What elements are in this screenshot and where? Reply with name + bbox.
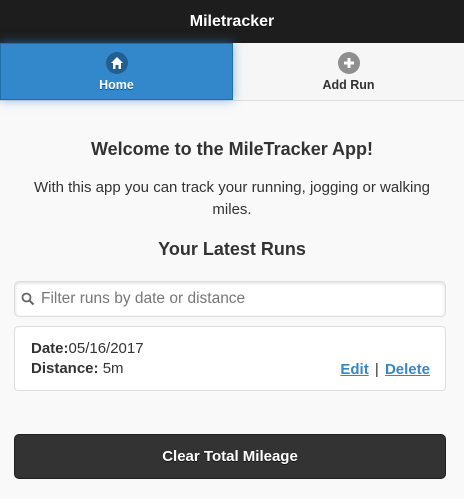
plus-circle-icon (337, 51, 360, 74)
clear-total-mileage-button[interactable]: Clear Total Mileage (14, 434, 446, 479)
run-actions: Edit | Delete (340, 360, 430, 380)
filter-runs-input[interactable] (41, 290, 445, 308)
run-date-value: 05/16/2017 (68, 340, 144, 357)
run-date-row: Date:05/16/2017 (31, 339, 429, 359)
app-description: With this app you can track your running… (33, 179, 431, 218)
run-distance-label: Distance: (31, 360, 99, 377)
app-title: Miletracker (189, 12, 275, 30)
edit-run-link[interactable]: Edit (340, 361, 368, 378)
app-header: Miletracker (0, 0, 464, 43)
search-icon (15, 281, 41, 317)
clear-button-label: Clear Total Mileage (162, 448, 298, 465)
action-separator: | (374, 361, 379, 378)
home-icon (105, 51, 128, 74)
latest-runs-heading: Your Latest Runs (158, 239, 306, 259)
main-content: Welcome to the MileTracker App! With thi… (0, 101, 464, 260)
run-date-label: Date: (31, 340, 69, 357)
filter-search-box (14, 281, 446, 317)
tab-add-run-label: Add Run (322, 77, 375, 92)
tab-home-label: Home (99, 77, 134, 92)
welcome-heading: Welcome to the MileTracker App! (90, 139, 374, 159)
navbar: Home Add Run (0, 43, 464, 101)
run-list-item: Date:05/16/2017 Distance: 5m Edit | Dele… (14, 326, 446, 391)
tab-home[interactable]: Home (0, 43, 233, 100)
run-distance-value: 5m (102, 360, 124, 377)
tab-add-run[interactable]: Add Run (233, 43, 464, 100)
delete-run-link[interactable]: Delete (385, 361, 430, 378)
